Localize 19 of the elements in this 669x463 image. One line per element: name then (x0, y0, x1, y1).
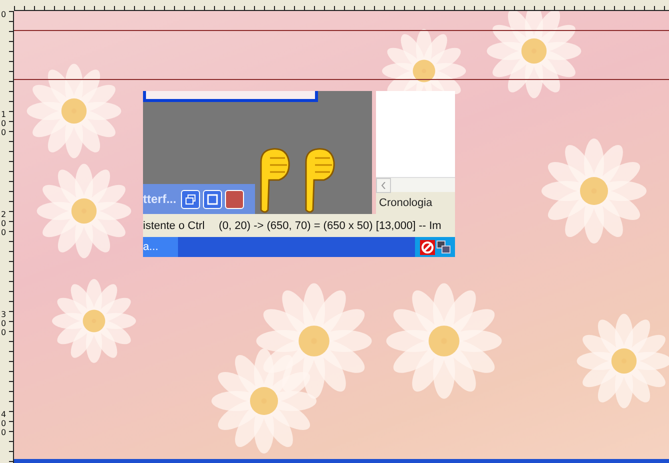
restore-button[interactable] (181, 190, 200, 208)
status-text: istente o Ctrl (143, 220, 205, 232)
ruler-label: 300 (0, 311, 8, 338)
maximize-icon (207, 194, 218, 204)
maximize-button[interactable] (203, 190, 222, 208)
restore-icon (185, 194, 196, 204)
panel-title: Cronologia (378, 196, 434, 211)
window-title: tterf... (143, 192, 176, 206)
scroll-left-icon[interactable] (376, 178, 391, 193)
status-text: (0, 20) -> (650, 70) = (650 x 50) [13,000] -- Im (218, 220, 442, 232)
network-icon[interactable] (436, 240, 450, 254)
ruler-label: 0 (0, 11, 8, 20)
antivirus-icon[interactable] (420, 240, 434, 254)
ruler-label: 400 (0, 411, 8, 438)
ruler-label: 200 (0, 211, 8, 238)
ruler-label: 100 (0, 111, 8, 138)
close-button[interactable] (225, 190, 244, 208)
taskbar-button[interactable]: a... (143, 237, 178, 257)
horizontal-scrollbar[interactable] (376, 177, 455, 192)
